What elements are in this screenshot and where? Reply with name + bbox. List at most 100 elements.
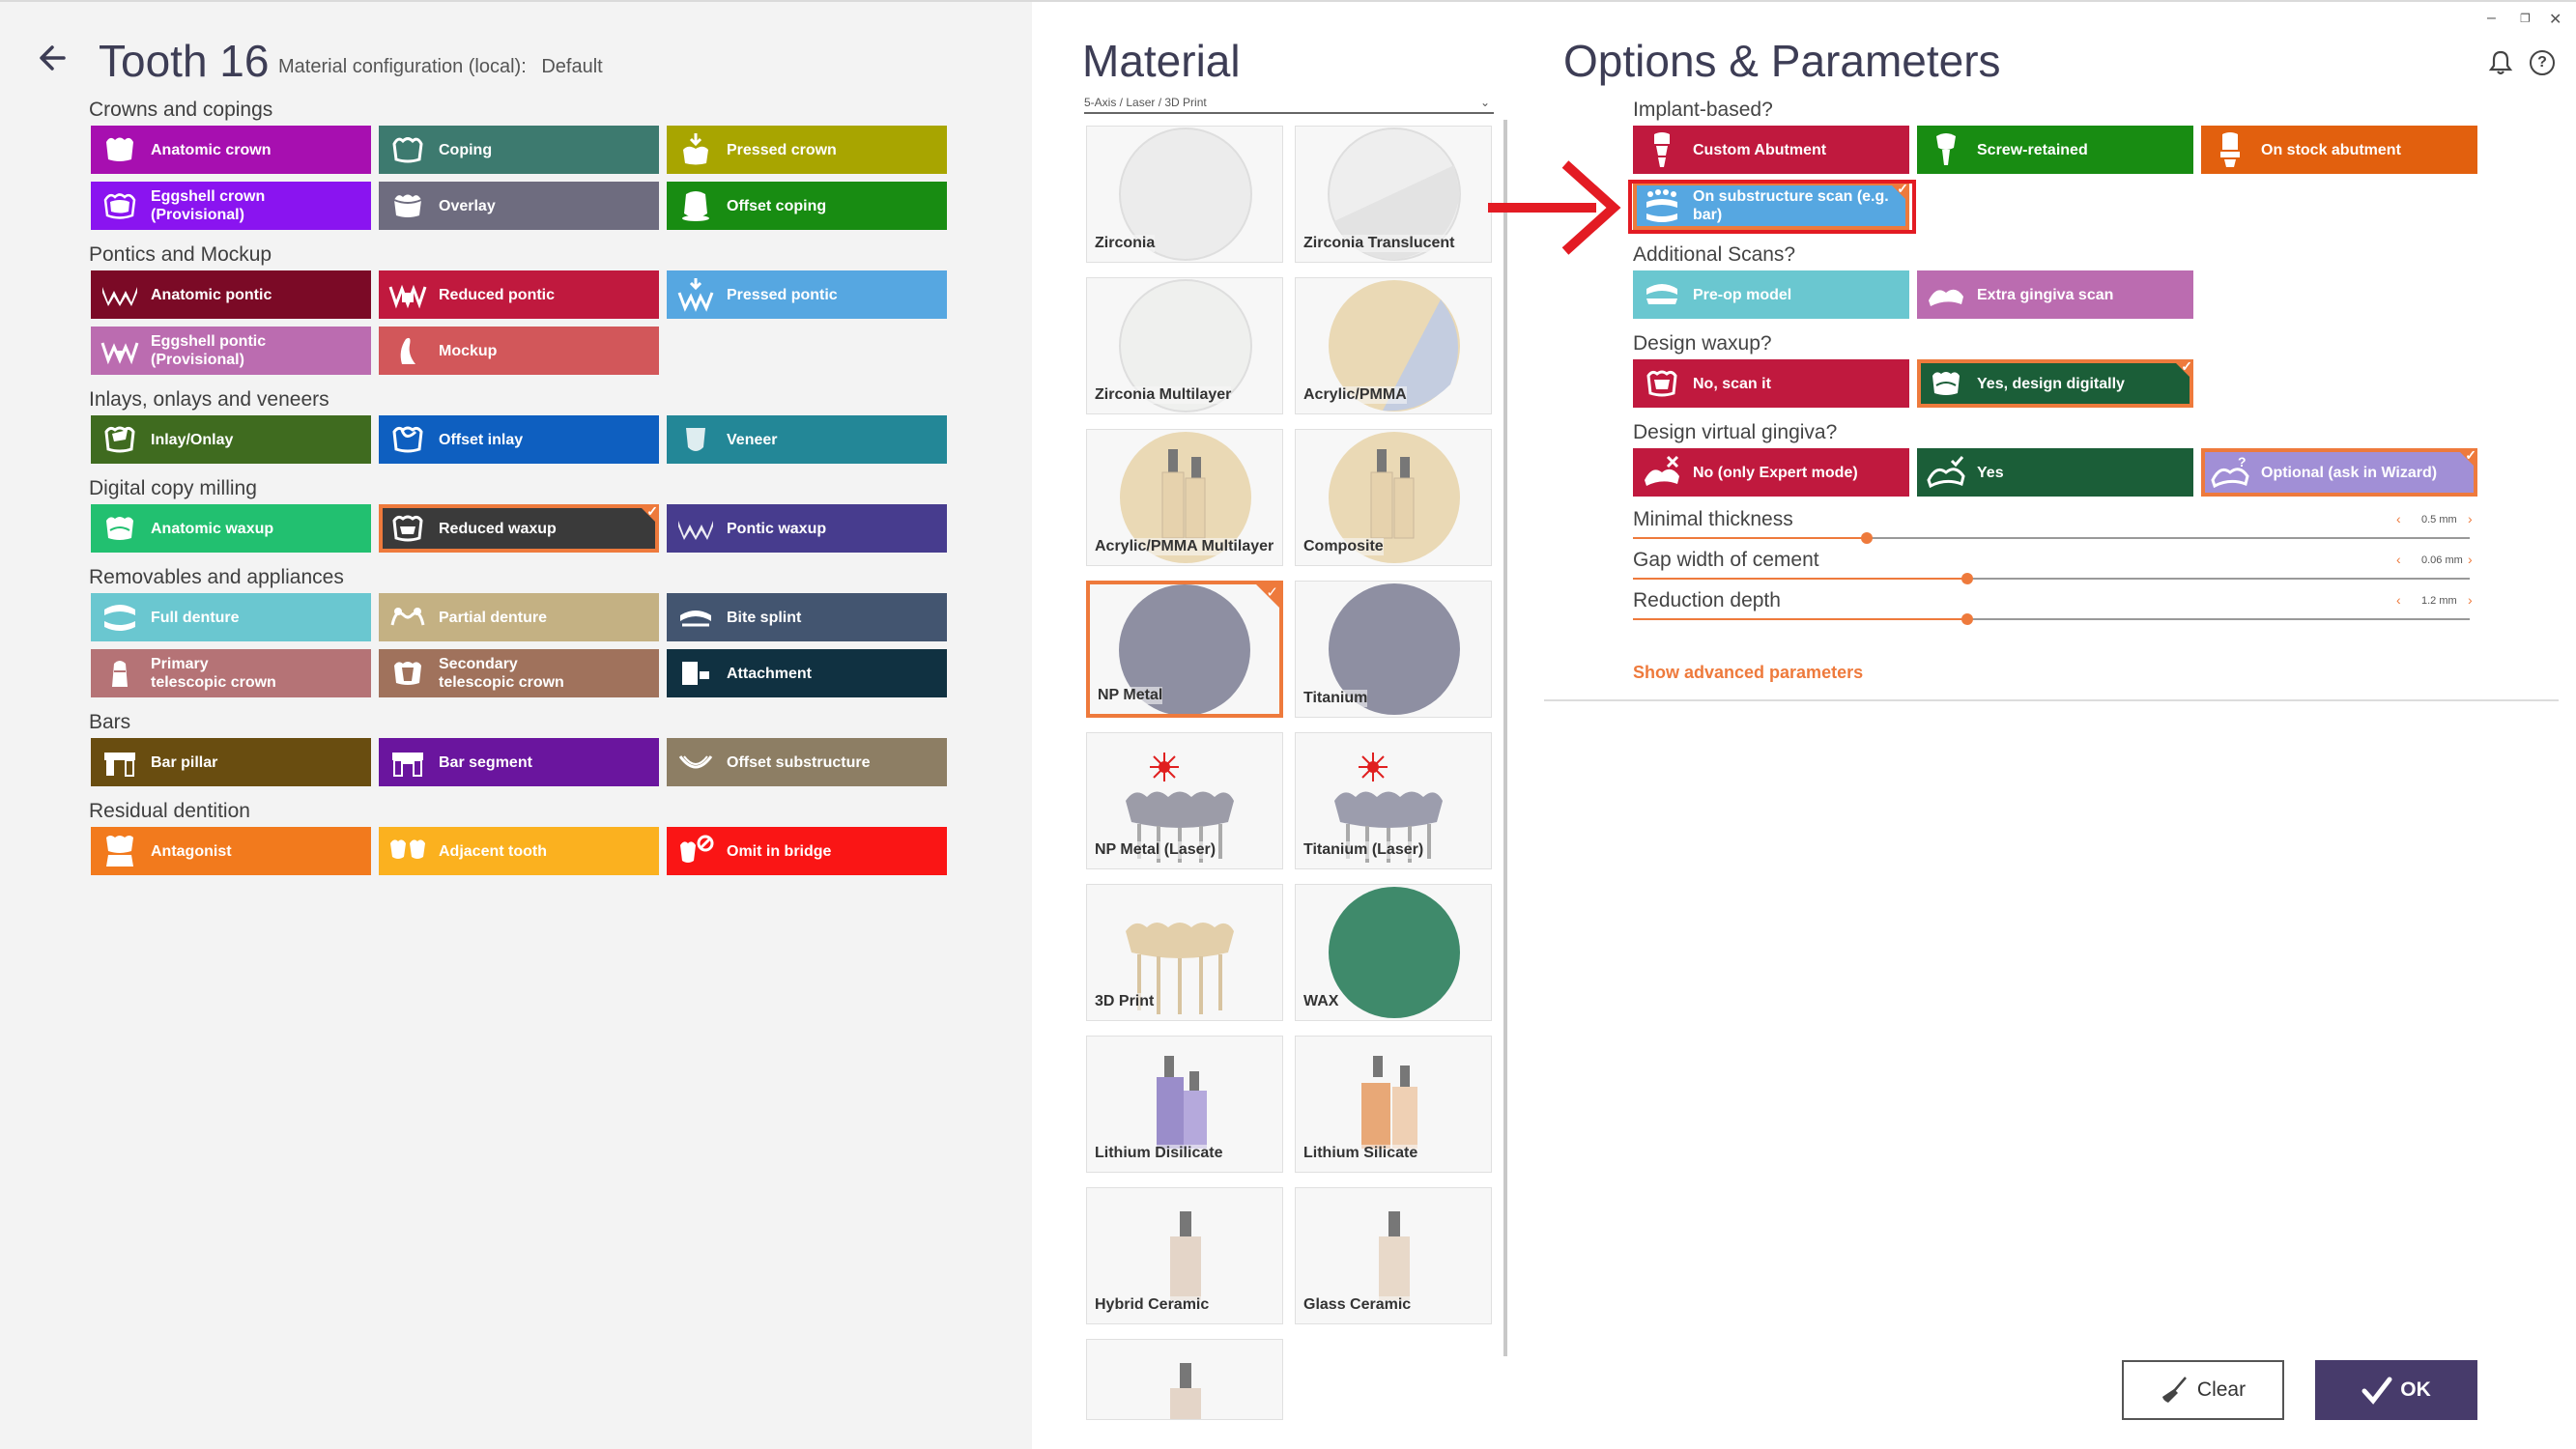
custom-abutment-button[interactable]: Custom Abutment bbox=[1633, 126, 1909, 174]
highlight-box bbox=[1628, 180, 1916, 234]
stock-abutment-button[interactable]: On stock abutment bbox=[2201, 126, 2477, 174]
question-gingiva: Design virtual gingiva? bbox=[1633, 421, 1838, 443]
gingiva-yes-button[interactable]: Yes bbox=[1917, 448, 2193, 497]
anatomic-pontic-button[interactable]: Anatomic pontic bbox=[91, 270, 371, 319]
bar-pillar-button[interactable]: Bar pillar bbox=[91, 738, 371, 786]
inlay-onlay-button[interactable]: Inlay/Onlay bbox=[91, 415, 371, 464]
crown-icon bbox=[106, 137, 133, 161]
material-card-zirconia-translucent[interactable]: Zirconia Translucent bbox=[1295, 126, 1492, 263]
increase-arrow-icon[interactable]: › bbox=[2468, 592, 2473, 608]
waxup-yes-button[interactable]: Yes, design digitally bbox=[1917, 358, 2193, 408]
gingiva-no-icon bbox=[1645, 455, 1679, 486]
material-card-more[interactable] bbox=[1086, 1339, 1283, 1420]
material-card-zirconia[interactable]: Zirconia bbox=[1086, 126, 1283, 263]
section-removables: Removables and appliances bbox=[89, 566, 344, 588]
close-button[interactable]: ✕ bbox=[2549, 10, 2562, 29]
material-card-hybrid-ceramic[interactable]: Hybrid Ceramic bbox=[1086, 1187, 1283, 1324]
waxup-no-button[interactable]: No, scan it bbox=[1633, 359, 1909, 408]
preop-model-button[interactable]: Pre-op model bbox=[1633, 270, 1909, 319]
gingiva-icon bbox=[1929, 289, 1963, 306]
eggshell-pontic-icon bbox=[100, 342, 139, 365]
anatomic-crown-button[interactable]: Anatomic crown bbox=[91, 126, 371, 174]
omit-in-bridge-button[interactable]: Omit in bridge bbox=[667, 827, 947, 875]
material-card-titanium-laser[interactable]: Titanium (Laser) bbox=[1295, 732, 1492, 869]
denture-icon bbox=[104, 605, 135, 631]
material-config: Material configuration (local): Default bbox=[278, 56, 603, 78]
reduced-pontic-button[interactable]: Reduced pontic bbox=[379, 270, 659, 319]
slider-label: Gap width of cement bbox=[1633, 549, 1819, 571]
eggshell-crown-button[interactable]: Eggshell crown (Provisional) bbox=[91, 182, 371, 230]
eggshell-pontic-button[interactable]: Eggshell pontic (Provisional) bbox=[91, 327, 371, 375]
gingiva-no-button[interactable]: No (only Expert mode) bbox=[1633, 448, 1909, 497]
restore-button[interactable]: ❐ bbox=[2520, 12, 2531, 25]
selected-check-icon bbox=[1256, 584, 1279, 608]
chevron-down-icon: ⌄ bbox=[1479, 96, 1490, 109]
screw-retained-button[interactable]: Screw-retained bbox=[1917, 126, 2193, 174]
material-card-zirconia-multilayer[interactable]: Zirconia Multilayer bbox=[1086, 277, 1283, 414]
partial-denture-button[interactable]: Partial denture bbox=[379, 593, 659, 641]
inlay-icon bbox=[104, 426, 135, 453]
mockup-button[interactable]: Mockup bbox=[379, 327, 659, 375]
material-card-composite[interactable]: Composite bbox=[1295, 429, 1492, 566]
slider-label: Reduction depth bbox=[1633, 589, 1781, 611]
material-card-np-metal[interactable]: NP Metal bbox=[1086, 581, 1283, 718]
full-denture-button[interactable]: Full denture bbox=[91, 593, 371, 641]
back-arrow-icon[interactable] bbox=[35, 41, 70, 75]
decrease-arrow-icon[interactable]: ‹ bbox=[2396, 552, 2401, 567]
offset-coping-button[interactable]: Offset coping bbox=[667, 182, 947, 230]
reduced-waxup-button[interactable]: Reduced waxup bbox=[379, 503, 659, 553]
material-card-3d-print[interactable]: 3D Print bbox=[1086, 884, 1283, 1021]
pressed-pontic-button[interactable]: Pressed pontic bbox=[667, 270, 947, 319]
question-implant: Implant-based? bbox=[1633, 99, 1773, 121]
coping-button[interactable]: Coping bbox=[379, 126, 659, 174]
material-card-acrylic-pmma[interactable]: Acrylic/PMMA bbox=[1295, 277, 1492, 414]
screw-icon bbox=[1936, 133, 1956, 165]
bar-segment-icon bbox=[392, 753, 423, 777]
overlay-button[interactable]: Overlay bbox=[379, 182, 659, 230]
bar-segment-button[interactable]: Bar segment bbox=[379, 738, 659, 786]
minimize-button[interactable]: – bbox=[2487, 10, 2496, 27]
increase-arrow-icon[interactable]: › bbox=[2468, 511, 2473, 526]
pontic-waxup-button[interactable]: Pontic waxup bbox=[667, 504, 947, 553]
antagonist-button[interactable]: Antagonist bbox=[91, 827, 371, 875]
options-title: Options & Parameters bbox=[1563, 36, 2001, 86]
pressed-crown-button[interactable]: Pressed crown bbox=[667, 126, 947, 174]
help-icon[interactable]: ? bbox=[2530, 50, 2555, 75]
material-card-titanium[interactable]: Titanium bbox=[1295, 581, 1492, 718]
ok-button[interactable]: OK bbox=[2315, 1360, 2477, 1420]
gingiva-optional-button[interactable]: ? Optional (ask in Wizard) bbox=[2201, 447, 2477, 497]
veneer-icon bbox=[686, 428, 705, 451]
material-card-lithium-disilicate[interactable]: Lithium Disilicate bbox=[1086, 1036, 1283, 1173]
offset-substructure-button[interactable]: Offset substructure bbox=[667, 738, 947, 786]
adjacent-tooth-button[interactable]: Adjacent tooth bbox=[379, 827, 659, 875]
material-dropdown[interactable]: 5-Axis / Laser / 3D Print ⌄ bbox=[1084, 93, 1494, 114]
material-card-acrylic-multilayer[interactable]: Acrylic/PMMA Multilayer bbox=[1086, 429, 1283, 566]
slider-value: 0.06 mm bbox=[2421, 554, 2463, 566]
extra-gingiva-button[interactable]: Extra gingiva scan bbox=[1917, 270, 2193, 319]
slider-fill bbox=[1633, 537, 1868, 539]
veneer-button[interactable]: Veneer bbox=[667, 415, 947, 464]
secondary-telescopic-button[interactable]: Secondary telescopic crown bbox=[379, 649, 659, 697]
material-card-np-metal-laser[interactable]: NP Metal (Laser) bbox=[1086, 732, 1283, 869]
decrease-arrow-icon[interactable]: ‹ bbox=[2396, 511, 2401, 526]
bell-icon[interactable] bbox=[2487, 48, 2514, 75]
material-card-wax[interactable]: WAX bbox=[1295, 884, 1492, 1021]
material-scrollbar[interactable] bbox=[1503, 120, 1507, 1356]
anatomic-waxup-button[interactable]: Anatomic waxup bbox=[91, 504, 371, 553]
broom-icon bbox=[2161, 1377, 2187, 1403]
clear-button[interactable]: Clear bbox=[2122, 1360, 2284, 1420]
offset-coping-icon bbox=[682, 191, 709, 221]
material-card-lithium-silicate[interactable]: Lithium Silicate bbox=[1295, 1036, 1492, 1173]
digital-tooth-icon bbox=[1932, 372, 1960, 395]
offset-inlay-button[interactable]: Offset inlay bbox=[379, 415, 659, 464]
show-advanced-link[interactable]: Show advanced parameters bbox=[1633, 663, 1863, 683]
attachment-button[interactable]: Attachment bbox=[667, 649, 947, 697]
increase-arrow-icon[interactable]: › bbox=[2468, 552, 2473, 567]
secondary-telescopic-icon bbox=[394, 662, 421, 685]
primary-telescopic-button[interactable]: Primary telescopic crown bbox=[91, 649, 371, 697]
bite-splint-button[interactable]: Bite splint bbox=[667, 593, 947, 641]
decrease-arrow-icon[interactable]: ‹ bbox=[2396, 592, 2401, 608]
preop-model-icon bbox=[1646, 284, 1677, 304]
partial-denture-icon bbox=[390, 608, 425, 626]
material-card-glass-ceramic[interactable]: Glass Ceramic bbox=[1295, 1187, 1492, 1324]
